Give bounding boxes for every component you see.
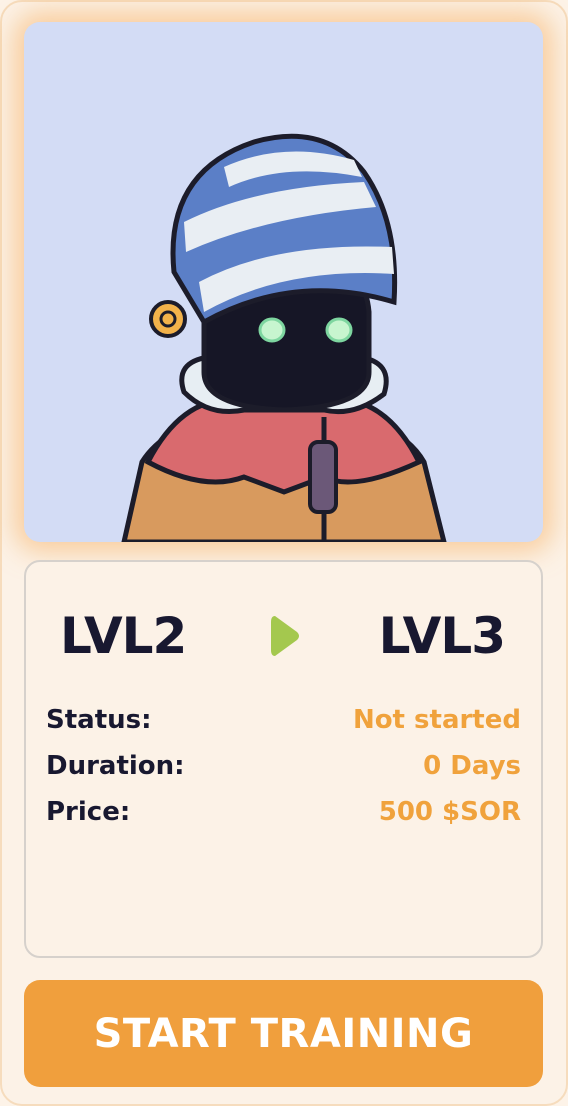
price-row: Price: 500 $SOR [46, 792, 521, 832]
duration-value: 0 Days [423, 751, 521, 781]
play-arrow-icon [271, 616, 299, 656]
status-value: Not started [352, 705, 521, 735]
status-row: Status: Not started [46, 700, 521, 740]
price-value: 500 $SOR [378, 797, 521, 827]
training-info-panel: LVL2 LVL3 Status: Not started Duration: … [24, 560, 543, 958]
duration-row: Duration: 0 Days [46, 746, 521, 786]
character-portrait [24, 22, 543, 542]
character-image [121, 133, 447, 542]
target-level: LVL3 [378, 607, 506, 665]
duration-label: Duration: [46, 751, 185, 781]
start-training-button[interactable]: START TRAINING [24, 980, 543, 1087]
price-label: Price: [46, 797, 131, 827]
status-label: Status: [46, 705, 152, 735]
training-card: LVL2 LVL3 Status: Not started Duration: … [0, 0, 568, 1106]
current-level: LVL2 [60, 607, 187, 665]
